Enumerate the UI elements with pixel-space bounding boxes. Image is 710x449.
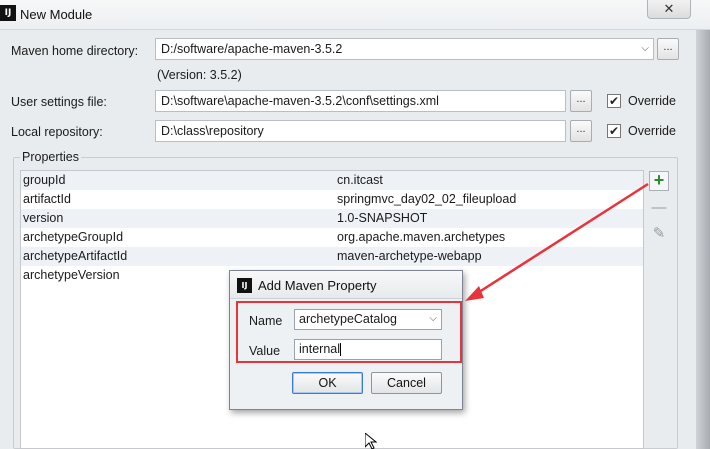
chevron-down-icon: ⌵ [641, 43, 649, 54]
property-value: 1.0-SNAPSHOT [337, 211, 428, 225]
edit-property-button[interactable]: ✎ [649, 224, 669, 244]
annotation-highlight-box [236, 301, 462, 363]
property-value: maven-archetype-webapp [337, 249, 482, 263]
maven-home-dropdown[interactable]: D:/software/apache-maven-3.5.2 ⌵ [155, 38, 654, 60]
table-row[interactable]: groupId cn.itcast [21, 171, 643, 190]
table-row[interactable]: archetypeGroupId org.apache.maven.archet… [21, 228, 643, 247]
local-repository-input[interactable]: D:\class\repository [155, 120, 566, 142]
local-repository-browse-button[interactable]: ... [570, 120, 592, 142]
cancel-button[interactable]: Cancel [371, 372, 442, 394]
local-repository-label: Local repository: [11, 125, 103, 139]
maven-version-text: (Version: 3.5.2) [157, 68, 242, 82]
table-row[interactable]: version 1.0-SNAPSHOT [21, 209, 643, 228]
override-user-settings-label: Override [628, 94, 676, 108]
close-button[interactable]: ✕ [647, 0, 691, 19]
user-settings-label: User settings file: [11, 95, 107, 109]
add-property-button[interactable]: + [649, 171, 669, 191]
property-key: archetypeGroupId [23, 230, 124, 244]
window-title: New Module [20, 7, 93, 22]
property-key: archetypeArtifactId [23, 249, 128, 263]
window-titlebar: IJ New Module ✕ [0, 0, 710, 30]
override-local-repository-checkbox[interactable]: ✔ [607, 124, 621, 138]
property-value: springmvc_day02_02_fileupload [337, 192, 517, 206]
minus-icon: — [651, 199, 667, 216]
user-settings-input[interactable]: D:\software\apache-maven-3.5.2\conf\sett… [155, 90, 566, 112]
override-user-settings-checkbox[interactable]: ✔ [607, 94, 621, 108]
user-settings-browse-button[interactable]: ... [570, 90, 592, 112]
maven-home-label: Maven home directory: [11, 44, 139, 58]
mouse-cursor-icon [365, 433, 377, 449]
plus-icon: + [653, 170, 665, 190]
intellij-icon: IJ [237, 278, 252, 293]
property-value: org.apache.maven.archetypes [337, 230, 506, 244]
intellij-icon: IJ [0, 5, 16, 21]
maven-home-browse-button[interactable]: ... [657, 38, 679, 60]
property-key: version [23, 211, 64, 225]
property-key: groupId [23, 173, 66, 187]
property-key: archetypeVersion [23, 268, 120, 282]
maven-home-value: D:/software/apache-maven-3.5.2 [161, 42, 343, 56]
window-edge [696, 30, 710, 449]
table-row[interactable]: archetypeArtifactId maven-archetype-weba… [21, 247, 643, 266]
dialog-titlebar: IJ Add Maven Property [230, 271, 462, 299]
property-value: cn.itcast [337, 173, 383, 187]
remove-property-button[interactable]: — [649, 198, 669, 218]
properties-legend: Properties [20, 150, 81, 164]
override-local-repository-label: Override [628, 124, 676, 138]
property-key: artifactId [23, 192, 71, 206]
ok-button[interactable]: OK [292, 372, 363, 394]
dialog-title: Add Maven Property [258, 278, 377, 293]
pencil-icon: ✎ [652, 225, 666, 242]
table-row[interactable]: artifactId springmvc_day02_02_fileupload [21, 190, 643, 209]
